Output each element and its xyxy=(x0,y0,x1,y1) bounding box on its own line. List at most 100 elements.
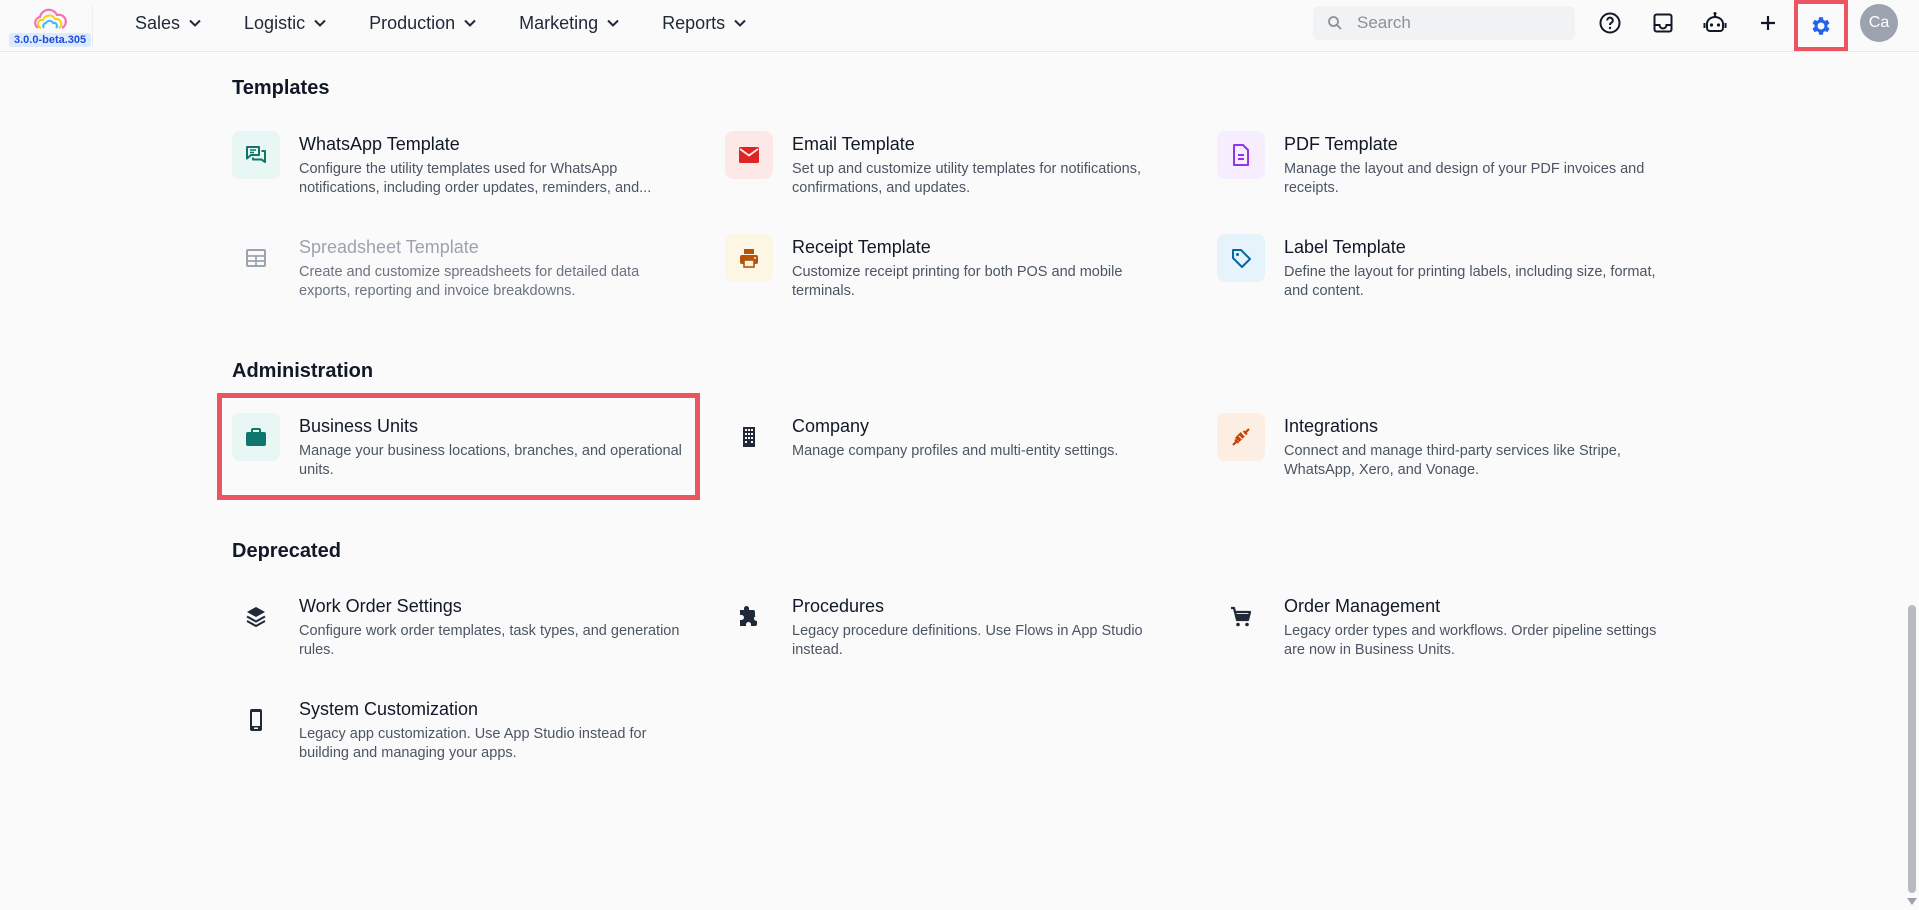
app-logo[interactable]: 3.0.0-beta.305 xyxy=(6,6,93,48)
card-order-management[interactable]: Order Management Legacy order types and … xyxy=(1217,593,1657,673)
card-description: Legacy app customization. Use App Studio… xyxy=(299,726,647,761)
card-title: Label Template xyxy=(1284,237,1406,257)
cart-icon xyxy=(1231,606,1252,627)
card-title: Spreadsheet Template xyxy=(299,237,479,257)
card-email-template[interactable]: Email Template Set up and customize util… xyxy=(725,131,1165,211)
card-title: Company xyxy=(792,416,870,436)
section-title-administration: Administration xyxy=(232,360,374,382)
card-title: Procedures xyxy=(792,596,885,616)
card-integrations[interactable]: Integrations Connect and manage third-pa… xyxy=(1217,413,1657,493)
card-icon-box xyxy=(232,696,280,744)
card-description: Set up and customize utility templates f… xyxy=(792,161,1141,196)
nav-label: Marketing xyxy=(519,12,599,33)
card-company[interactable]: Company Manage company profiles and mult… xyxy=(725,413,1165,493)
chevron-down-icon xyxy=(734,19,746,27)
nav-label: Reports xyxy=(662,12,726,33)
card-title: Order Management xyxy=(1284,596,1441,616)
card-title: Receipt Template xyxy=(792,237,931,257)
card-title: Integrations xyxy=(1284,416,1379,436)
inbox-button[interactable] xyxy=(1648,8,1678,38)
card-whatsapp-template[interactable]: WhatsApp Template Configure the utility … xyxy=(232,131,672,211)
section-title-templates: Templates xyxy=(232,77,330,99)
card-description: Customize receipt printing for both POS … xyxy=(792,264,1123,299)
chevron-down-icon xyxy=(314,19,326,27)
card-spreadsheet-template[interactable]: Spreadsheet Template Create and customiz… xyxy=(232,234,672,314)
phone-icon xyxy=(250,709,262,731)
nav-reports[interactable]: Reports xyxy=(651,0,758,46)
assistant-button[interactable] xyxy=(1700,8,1730,38)
card-description: Connect and manage third-party services … xyxy=(1284,443,1621,478)
nav-label: Sales xyxy=(135,12,181,33)
card-icon-box xyxy=(1217,413,1265,461)
card-icon-box xyxy=(725,234,773,282)
nav-logistic[interactable]: Logistic xyxy=(233,0,338,46)
section-title-deprecated: Deprecated xyxy=(232,540,341,562)
layers-icon xyxy=(246,607,266,628)
card-icon-box xyxy=(725,593,773,641)
card-title: PDF Template xyxy=(1284,134,1398,154)
chevron-down-icon xyxy=(189,19,201,27)
printer-icon xyxy=(740,249,758,268)
search-icon xyxy=(1328,16,1342,30)
card-description: Create and customize spreadsheets for de… xyxy=(299,264,640,299)
card-description: Legacy procedure definitions. Use Flows … xyxy=(792,623,1143,658)
chevron-down-icon xyxy=(464,19,476,27)
card-system-customization[interactable]: System Customization Legacy app customiz… xyxy=(232,696,672,776)
card-title: WhatsApp Template xyxy=(299,134,460,154)
card-description: Manage company profiles and multi-entity… xyxy=(792,443,1119,459)
card-icon-box xyxy=(725,413,773,461)
main-nav: Sales Logistic Production Marketing Repo… xyxy=(124,0,778,46)
nav-sales[interactable]: Sales xyxy=(124,0,213,46)
robot-icon xyxy=(1703,12,1727,32)
card-title: Work Order Settings xyxy=(299,596,462,616)
nav-marketing[interactable]: Marketing xyxy=(508,0,631,46)
plus-icon xyxy=(1761,16,1775,30)
card-label-template[interactable]: Label Template Define the layout for pri… xyxy=(1217,234,1657,314)
card-description: Manage the layout and design of your PDF… xyxy=(1284,161,1645,196)
help-icon xyxy=(1599,12,1621,34)
help-button[interactable] xyxy=(1595,8,1625,38)
card-icon-box xyxy=(1217,234,1265,282)
nav-label: Production xyxy=(369,12,456,33)
card-pdf-template[interactable]: PDF Template Manage the layout and desig… xyxy=(1217,131,1657,211)
scroll-down-icon[interactable] xyxy=(1907,898,1917,905)
briefcase-icon xyxy=(246,428,266,446)
card-business-units[interactable]: Business Units Manage your business loca… xyxy=(232,413,682,493)
building-icon xyxy=(743,427,755,447)
avatar[interactable]: Ca xyxy=(1860,4,1898,42)
card-icon-box xyxy=(725,131,773,179)
card-description: Define the layout for printing labels, i… xyxy=(1284,264,1656,299)
card-receipt-template[interactable]: Receipt Template Customize receipt print… xyxy=(725,234,1165,314)
settings-button[interactable] xyxy=(1794,0,1848,51)
document-icon xyxy=(1233,144,1249,166)
nav-label: Logistic xyxy=(244,12,306,33)
search-box[interactable] xyxy=(1313,6,1575,40)
search-input[interactable] xyxy=(1355,12,1559,34)
card-icon-box xyxy=(232,131,280,179)
version-badge: 3.0.0-beta.305 xyxy=(9,33,92,47)
chevron-down-icon xyxy=(607,19,619,27)
card-description: Configure work order templates, task typ… xyxy=(299,623,680,658)
card-icon-box xyxy=(232,593,280,641)
gear-icon xyxy=(1812,16,1830,35)
tag-icon xyxy=(1232,249,1251,268)
card-description: Legacy order types and workflows. Order … xyxy=(1284,623,1657,658)
inbox-icon xyxy=(1653,13,1673,33)
plug-icon xyxy=(1232,428,1250,446)
card-title: Business Units xyxy=(299,416,419,436)
card-description: Manage your business locations, branches… xyxy=(299,443,682,478)
card-icon-box xyxy=(1217,131,1265,179)
scrollbar-thumb[interactable] xyxy=(1908,605,1916,893)
card-procedures[interactable]: Procedures Legacy procedure definitions.… xyxy=(725,593,1165,673)
table-icon xyxy=(246,249,266,267)
chat-icon xyxy=(246,146,266,163)
card-work-order-settings[interactable]: Work Order Settings Configure work order… xyxy=(232,593,679,673)
puzzle-icon xyxy=(740,606,757,626)
card-title: System Customization xyxy=(299,699,479,719)
card-icon-box xyxy=(232,234,280,282)
add-button[interactable] xyxy=(1753,8,1783,38)
nav-production[interactable]: Production xyxy=(358,0,488,46)
avatar-initials: Ca xyxy=(1868,14,1890,31)
card-title: Email Template xyxy=(792,134,915,154)
card-description: Configure the utility templates used for… xyxy=(299,161,652,196)
